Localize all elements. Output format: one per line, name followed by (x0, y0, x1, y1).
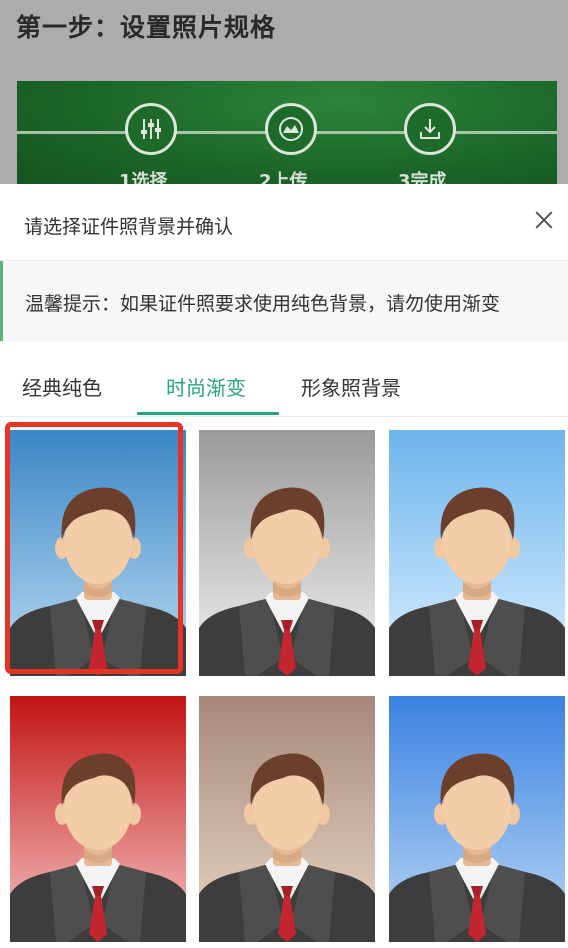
notice-accent-bar (0, 261, 3, 341)
portrait-thumbnail (10, 430, 186, 676)
background-option-4[interactable] (10, 696, 186, 942)
background-option-1[interactable] (10, 430, 186, 676)
background-option-5[interactable] (199, 696, 375, 942)
sheet-title: 请选择证件照背景并确认 (24, 216, 234, 238)
portrait-thumbnail (199, 696, 375, 942)
tab-classic-solid[interactable]: 经典纯色 (22, 372, 102, 401)
background-tabs: 经典纯色 时尚渐变 形象照背景 (0, 344, 568, 417)
portrait-thumbnail (389, 430, 565, 676)
notice-text: 温馨提示：如果证件照要求使用纯色背景，请勿使用渐变 (25, 293, 501, 315)
active-tab-indicator (137, 412, 279, 415)
notice-banner: 温馨提示：如果证件照要求使用纯色背景，请勿使用渐变 (0, 260, 568, 341)
background-picker-sheet: 请选择证件照背景并确认 温馨提示：如果证件照要求使用纯色背景，请勿使用渐变 经典… (0, 184, 568, 948)
background-option-2[interactable] (199, 430, 375, 676)
portrait-thumbnail (389, 696, 565, 942)
background-grid (0, 416, 568, 948)
portrait-thumbnail (10, 696, 186, 942)
background-option-3[interactable] (389, 430, 565, 676)
tab-portrait-background[interactable]: 形象照背景 (301, 372, 401, 401)
close-icon[interactable] (530, 206, 558, 234)
portrait-thumbnail (199, 430, 375, 676)
tab-fashion-gradient[interactable]: 时尚渐变 (166, 372, 246, 401)
background-option-6[interactable] (389, 696, 565, 942)
